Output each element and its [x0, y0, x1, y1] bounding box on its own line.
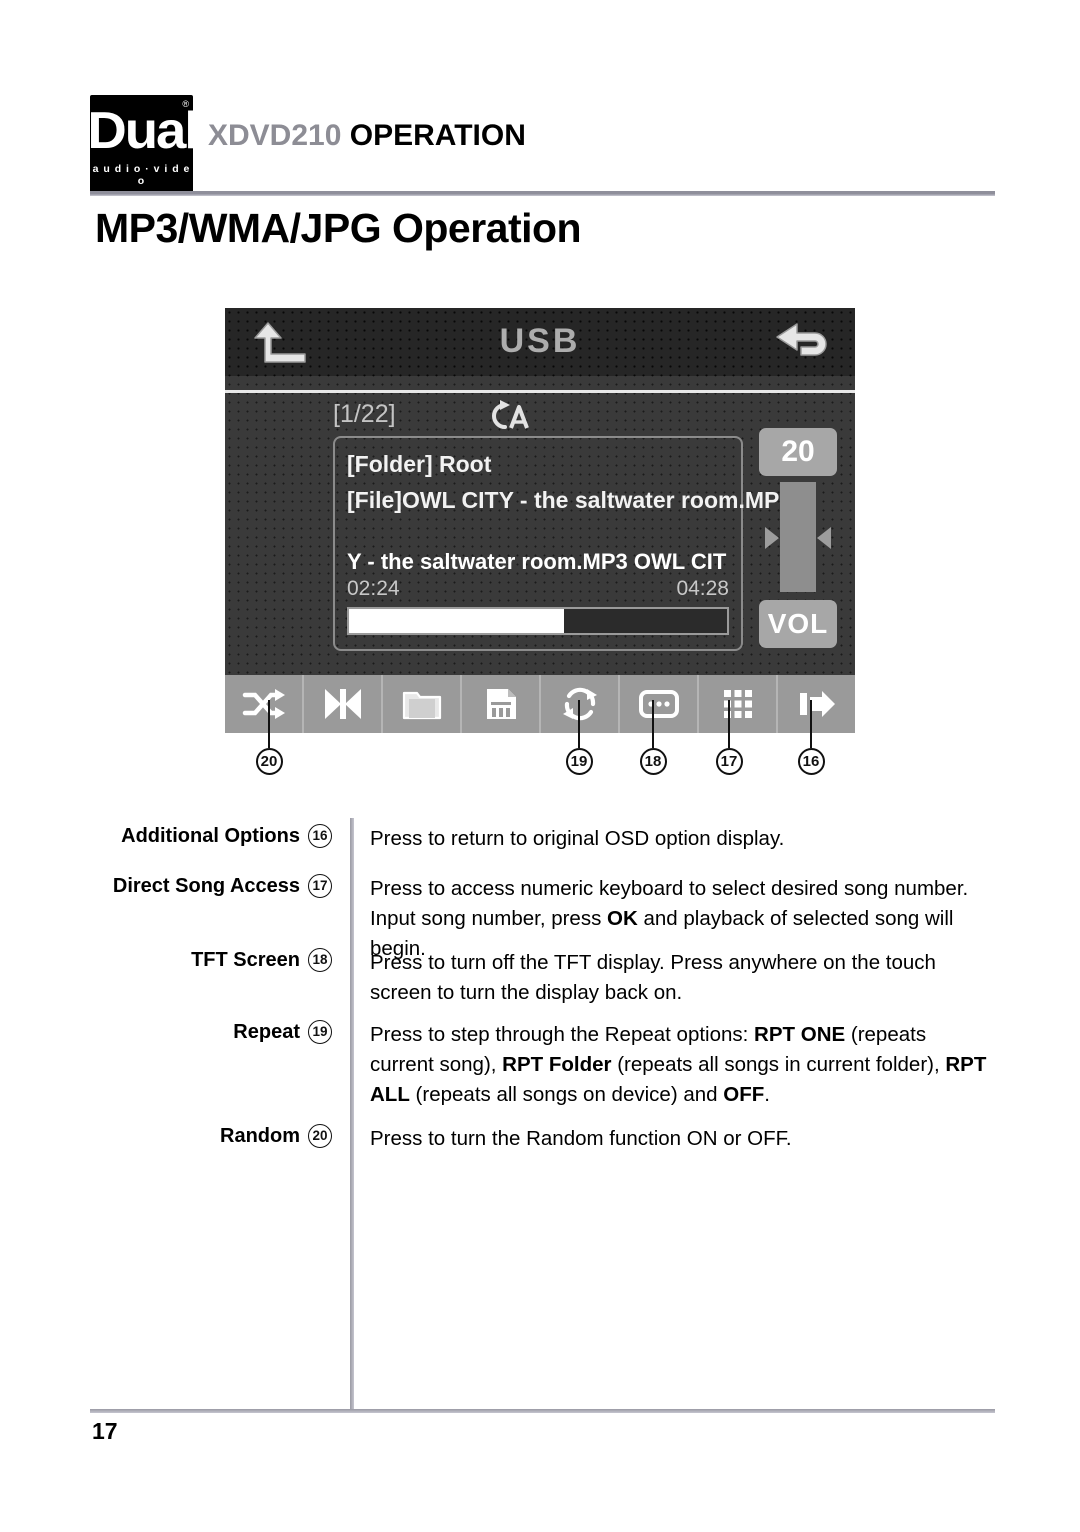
function-description: Press to return to original OSD option d… [370, 827, 785, 850]
function-label-row: Direct Song Access 17 [113, 874, 332, 898]
shuffle-icon[interactable] [225, 675, 304, 733]
tft-screen-icon[interactable] [620, 675, 699, 733]
function-label: TFT Screen [191, 948, 300, 971]
callout-number: 17 [715, 748, 743, 775]
function-callout-number: 18 [308, 948, 332, 972]
function-callout-number: 16 [308, 824, 332, 848]
page-title: MP3/WMA/JPG Operation [95, 205, 582, 251]
page-header: Dual ® a u d i o · v i d e o XDVD210 OPE… [87, 95, 995, 195]
list-item[interactable]: [Folder] Root [347, 446, 729, 482]
device-file-list[interactable]: [Folder] Root [File]OWL CITY - the saltw… [333, 436, 792, 651]
header-section: OPERATION [341, 119, 526, 152]
time-row: 02:24 04:28 [347, 577, 729, 601]
track-index: [1/22] [333, 400, 396, 428]
now-playing-text: Y - the saltwater room.MP3 OWL CIT [347, 549, 727, 574]
callout-number: 18 [639, 748, 667, 775]
logo-tagline: a u d i o · v i d e o [92, 163, 191, 187]
volume-label-button[interactable]: VOL [759, 600, 837, 648]
function-callout-number: 17 [308, 874, 332, 898]
device-top-bar: USB [225, 308, 855, 376]
device-screenshot: USB [1/22] [Folder] Root [File]OWL CITY … [225, 308, 855, 733]
header-title: XDVD210 OPERATION [208, 119, 526, 153]
function-label: Additional Options [121, 824, 300, 847]
volume-slider-track[interactable] [780, 482, 816, 592]
folder-icon[interactable] [383, 675, 462, 733]
function-label-row: Additional Options 16 [121, 824, 332, 848]
header-model: XDVD210 [208, 119, 342, 152]
prev-next-icon[interactable] [304, 675, 383, 733]
progress-bar[interactable] [347, 607, 729, 635]
device-toolbar [225, 675, 855, 733]
function-callout-number: 20 [308, 1124, 332, 1148]
function-label-row: Random 20 [220, 1124, 332, 1148]
device-source-title: USB [499, 322, 581, 360]
callout-number: 16 [797, 748, 825, 775]
volume-marker-right-icon [817, 527, 831, 549]
function-label: Repeat [233, 1020, 300, 1043]
function-label: Direct Song Access [112, 874, 300, 897]
volume-marker-left-icon [765, 527, 779, 549]
volume-control[interactable]: 20 VOL [759, 428, 837, 648]
list-item[interactable]: [File]OWL CITY - the saltwater room.MP3 [347, 482, 792, 518]
function-description: Press to turn the Random function ON or … [370, 1127, 792, 1150]
page-number: 17 [92, 1418, 118, 1444]
callout-number: 20 [255, 748, 283, 775]
return-arrow-icon[interactable] [771, 320, 833, 364]
function-label: Random [220, 1124, 300, 1147]
device-meta-row: [1/22] [333, 400, 733, 434]
registered-mark-icon: ® [182, 99, 189, 109]
dual-logo: Dual ® a u d i o · v i d e o [87, 95, 199, 195]
table-vertical-divider [350, 818, 354, 1410]
function-callout-number: 19 [308, 1020, 332, 1044]
function-description: Press to turn off the TFT display. Press… [370, 951, 936, 1004]
keypad-icon[interactable] [699, 675, 778, 733]
progress-bar-fill [349, 609, 565, 633]
exit-arrow-icon[interactable] [778, 675, 855, 733]
file-list-icon[interactable] [462, 675, 541, 733]
total-time: 04:28 [676, 577, 729, 600]
callout-number: 19 [565, 748, 593, 775]
function-description: Press to step through the Repeat options… [370, 1023, 987, 1106]
function-label-row: Repeat 19 [233, 1020, 332, 1044]
repeat-icon[interactable] [541, 675, 620, 733]
device-separator [225, 390, 855, 393]
footer-divider [90, 1409, 995, 1413]
logo-wordmark: Dual [87, 102, 199, 160]
header-divider [90, 191, 995, 196]
repeat-all-icon [483, 396, 535, 434]
elapsed-time: 02:24 [347, 577, 400, 600]
function-label-row: TFT Screen 18 [191, 948, 332, 972]
volume-value: 20 [759, 428, 837, 476]
